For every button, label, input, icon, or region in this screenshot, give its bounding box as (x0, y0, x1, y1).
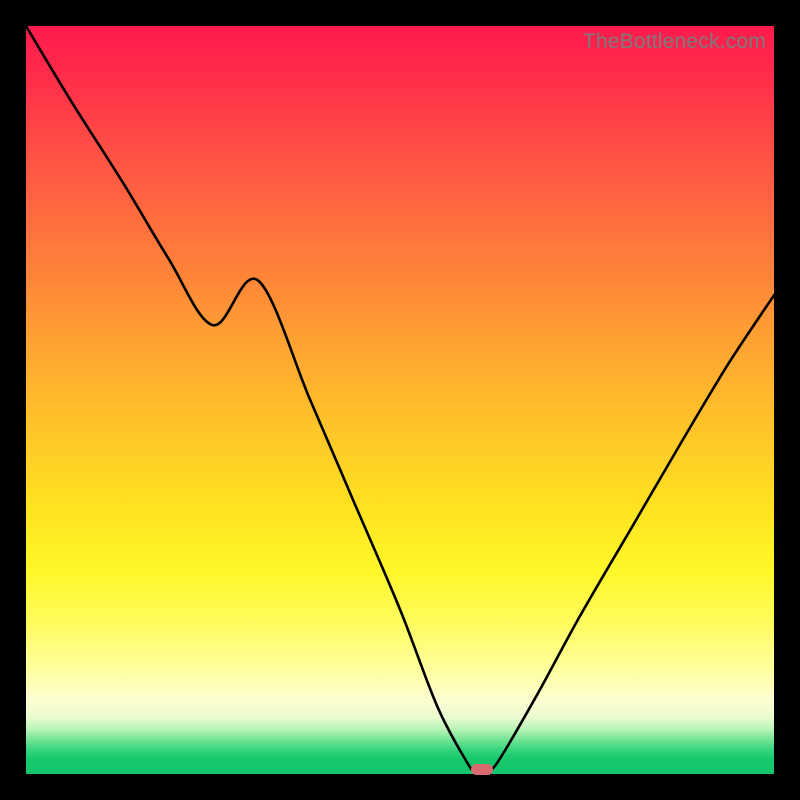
bottleneck-curve (26, 26, 774, 774)
plot-area: TheBottleneck.com (26, 26, 774, 774)
valley-marker (471, 764, 493, 775)
chart-frame: TheBottleneck.com (0, 0, 800, 800)
watermark-text: TheBottleneck.com (583, 30, 766, 54)
